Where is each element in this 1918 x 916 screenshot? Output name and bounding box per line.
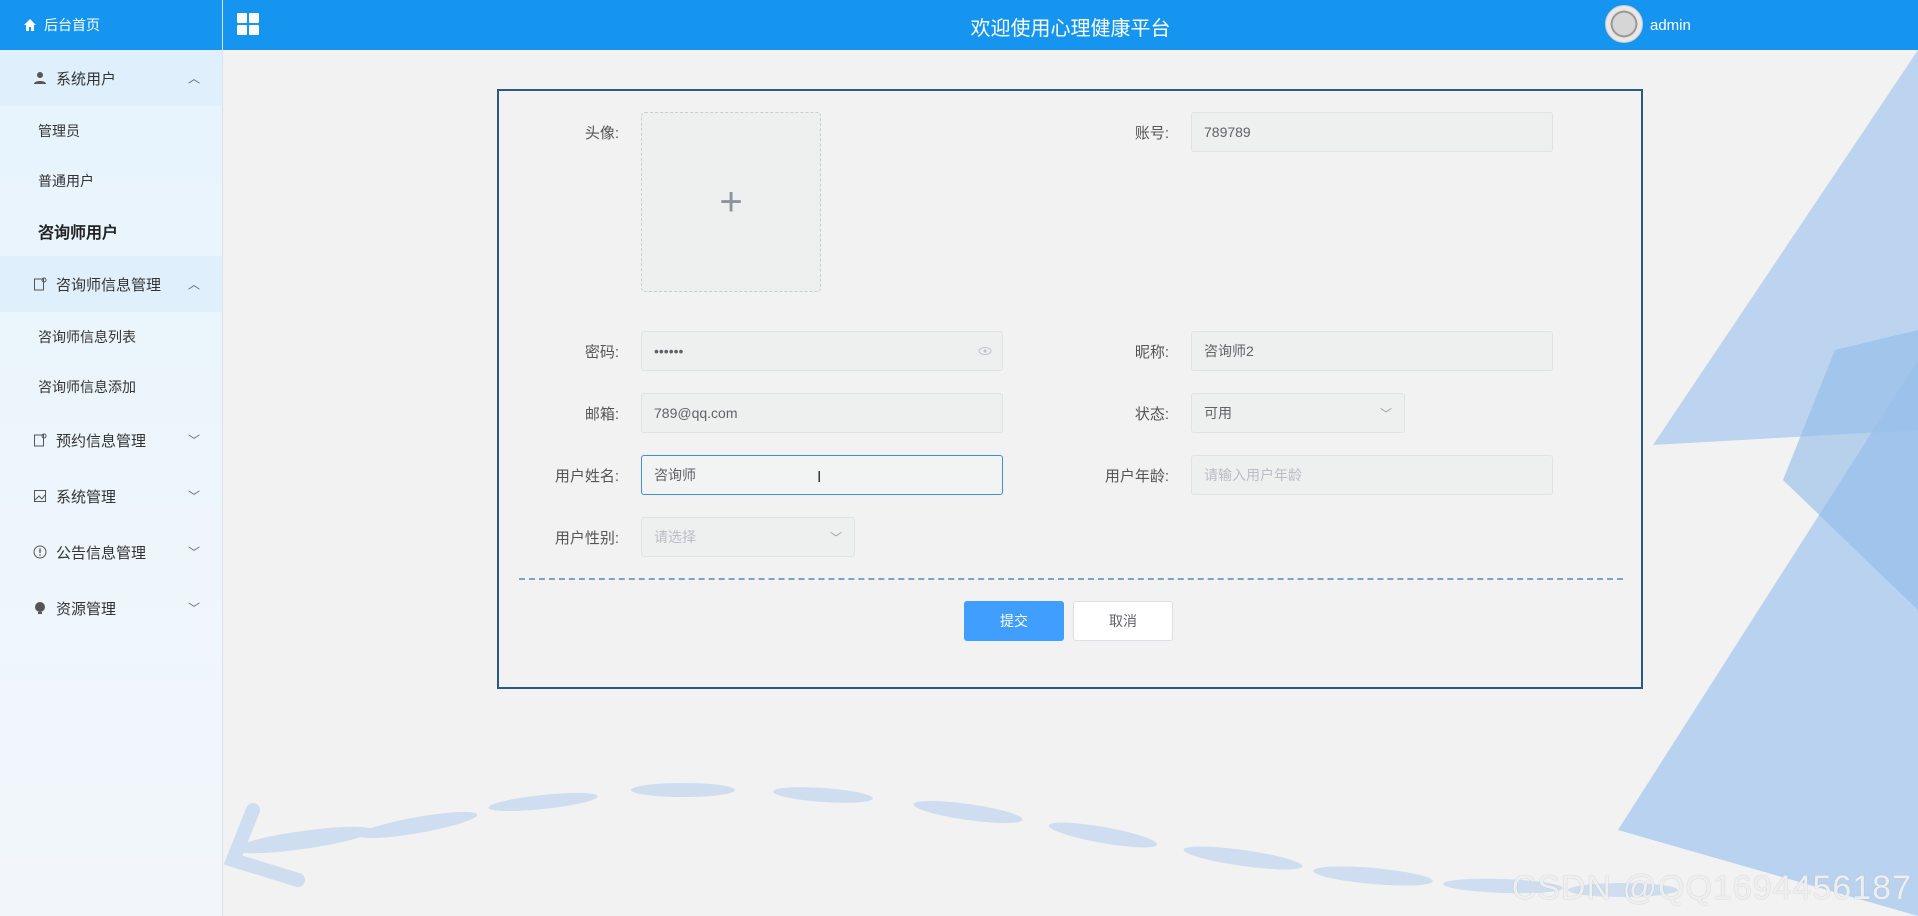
user-name[interactable]: admin: [1650, 17, 1691, 34]
status-label: 状态:: [1134, 406, 1169, 423]
sidebar-group-label: 咨询师信息管理: [56, 276, 162, 294]
info-icon: [32, 544, 48, 560]
top-bar: 欢迎使用心理健康平台 admin: [223, 0, 1918, 50]
submit-button[interactable]: 提交: [964, 601, 1064, 641]
cancel-button[interactable]: 取消: [1073, 601, 1173, 641]
text-cursor-icon: I: [817, 469, 822, 486]
sidebar-group-label: 系统用户: [56, 70, 117, 88]
gender-placeholder: 请选择: [654, 529, 696, 545]
sidebar-item-counselor-list[interactable]: 咨询师信息列表: [0, 312, 222, 362]
user-icon: [32, 70, 48, 86]
sidebar-group-announcements[interactable]: 公告信息管理 ﹀: [0, 524, 222, 580]
avatar-upload[interactable]: +: [641, 112, 821, 292]
age-label: 用户年龄:: [1104, 468, 1169, 485]
account-input[interactable]: 789789: [1191, 112, 1553, 152]
sidebar-group-label: 公告信息管理: [56, 544, 147, 562]
doc-icon: [32, 432, 48, 448]
nickname-input[interactable]: 咨询师2: [1191, 331, 1553, 371]
password-label: 密码:: [584, 344, 619, 361]
chevron-down-icon: ﹀: [187, 489, 200, 504]
chevron-up-icon: ︿: [187, 277, 200, 292]
chevron-down-icon: ﹀: [187, 545, 200, 560]
gender-label: 用户性别:: [554, 530, 619, 547]
watermark: CSDN @QQ1694456187: [1511, 869, 1912, 907]
sidebar-home[interactable]: 后台首页: [0, 0, 222, 50]
form-divider: [519, 578, 1623, 580]
email-input[interactable]: 789@qq.com: [641, 393, 1003, 433]
eye-icon[interactable]: [978, 344, 992, 358]
password-input[interactable]: ••••••: [641, 331, 1003, 371]
plus-icon: +: [719, 179, 743, 224]
status-select[interactable]: 可用 ﹀: [1191, 393, 1405, 433]
sidebar-item-counselor-add[interactable]: 咨询师信息添加: [0, 362, 222, 412]
chevron-down-icon: ﹀: [187, 433, 200, 448]
realname-label: 用户姓名:: [554, 468, 619, 485]
sidebar-group-appointments[interactable]: 预约信息管理 ﹀: [0, 412, 222, 468]
sidebar-group-label: 资源管理: [56, 600, 117, 618]
status-value: 可用: [1204, 405, 1232, 421]
sidebar-item-counselor-user[interactable]: 咨询师用户: [0, 206, 222, 256]
chevron-down-icon: ﹀: [187, 601, 200, 616]
image-icon: [32, 488, 48, 504]
nickname-label: 昵称:: [1134, 344, 1169, 361]
chevron-down-icon: ﹀: [829, 531, 842, 545]
sidebar-group-label: 预约信息管理: [56, 432, 147, 450]
sidebar-group-label: 系统管理: [56, 488, 117, 506]
realname-input[interactable]: 咨询师: [641, 455, 1003, 495]
avatar[interactable]: [1605, 5, 1643, 43]
sidebar-group-system-users[interactable]: 系统用户 ︿: [0, 50, 222, 106]
avatar-label: 头像:: [584, 125, 619, 142]
sidebar: 后台首页 系统用户 ︿ 管理员 普通用户 咨询师用户 咨询师信息管理 ︿ 咨询师…: [0, 0, 223, 916]
counselor-user-form: 头像: + 账号: 789789 密码: •••••• 昵称: 咨询师2 邮箱:…: [497, 89, 1643, 689]
account-label: 账号:: [1134, 125, 1169, 142]
sidebar-item-admin[interactable]: 管理员: [0, 106, 222, 156]
sidebar-group-counselor-info[interactable]: 咨询师信息管理 ︿: [0, 256, 222, 312]
bulb-icon: [32, 600, 48, 616]
sidebar-item-normal-user[interactable]: 普通用户: [0, 156, 222, 206]
gender-select[interactable]: 请选择 ﹀: [641, 517, 855, 557]
home-icon: [22, 17, 38, 33]
doc-icon: [32, 276, 48, 292]
chevron-up-icon: ︿: [187, 71, 200, 86]
chevron-down-icon: ﹀: [1379, 407, 1392, 421]
sidebar-group-system-management[interactable]: 系统管理 ﹀: [0, 468, 222, 524]
sidebar-group-resources[interactable]: 资源管理 ﹀: [0, 580, 222, 636]
password-value: ••••••: [654, 343, 684, 359]
sidebar-home-label: 后台首页: [44, 17, 100, 33]
age-input[interactable]: 请输入用户年龄: [1191, 455, 1553, 495]
email-label: 邮箱:: [584, 406, 619, 423]
